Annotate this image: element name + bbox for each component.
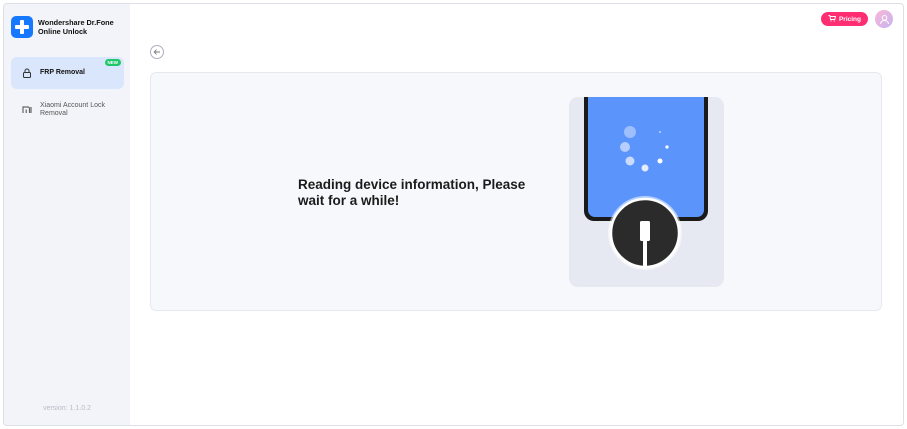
user-icon [879,14,889,24]
arrow-left-icon [153,49,160,55]
app-title: Wondershare Dr.Fone Online Unlock [38,17,114,37]
back-button[interactable] [150,45,164,59]
version-label: version: 1.1.0.2 [43,405,91,412]
cart-icon [828,14,837,24]
sidebar-item-label: FRP Removal [40,68,85,76]
device-connection-illustration [569,97,724,287]
pricing-label: Pricing [838,15,861,23]
status-message: Reading device information, Please wait … [298,177,526,208]
status-card: Reading device information, Please wait … [150,72,882,311]
avatar[interactable] [875,10,893,28]
drfone-logo-icon [11,16,33,38]
lock-icon [19,68,35,78]
main-content: Pricing Reading device information, Plea… [130,4,903,425]
brand: Wondershare Dr.Fone Online Unlock [11,16,128,38]
app-window: Wondershare Dr.Fone Online Unlock FRP Re… [3,3,904,426]
sidebar-item-frp-removal[interactable]: FRP Removal NEW [11,57,124,89]
sidebar: Wondershare Dr.Fone Online Unlock FRP Re… [4,4,130,425]
new-badge: NEW [104,59,121,66]
sidebar-item-xiaomi-account-lock-removal[interactable]: Xiaomi Account Lock Removal [11,98,124,122]
sidebar-item-label: Xiaomi Account Lock Removal [40,101,105,118]
mi-logo-icon [19,106,35,114]
pricing-button[interactable]: Pricing [820,12,868,26]
